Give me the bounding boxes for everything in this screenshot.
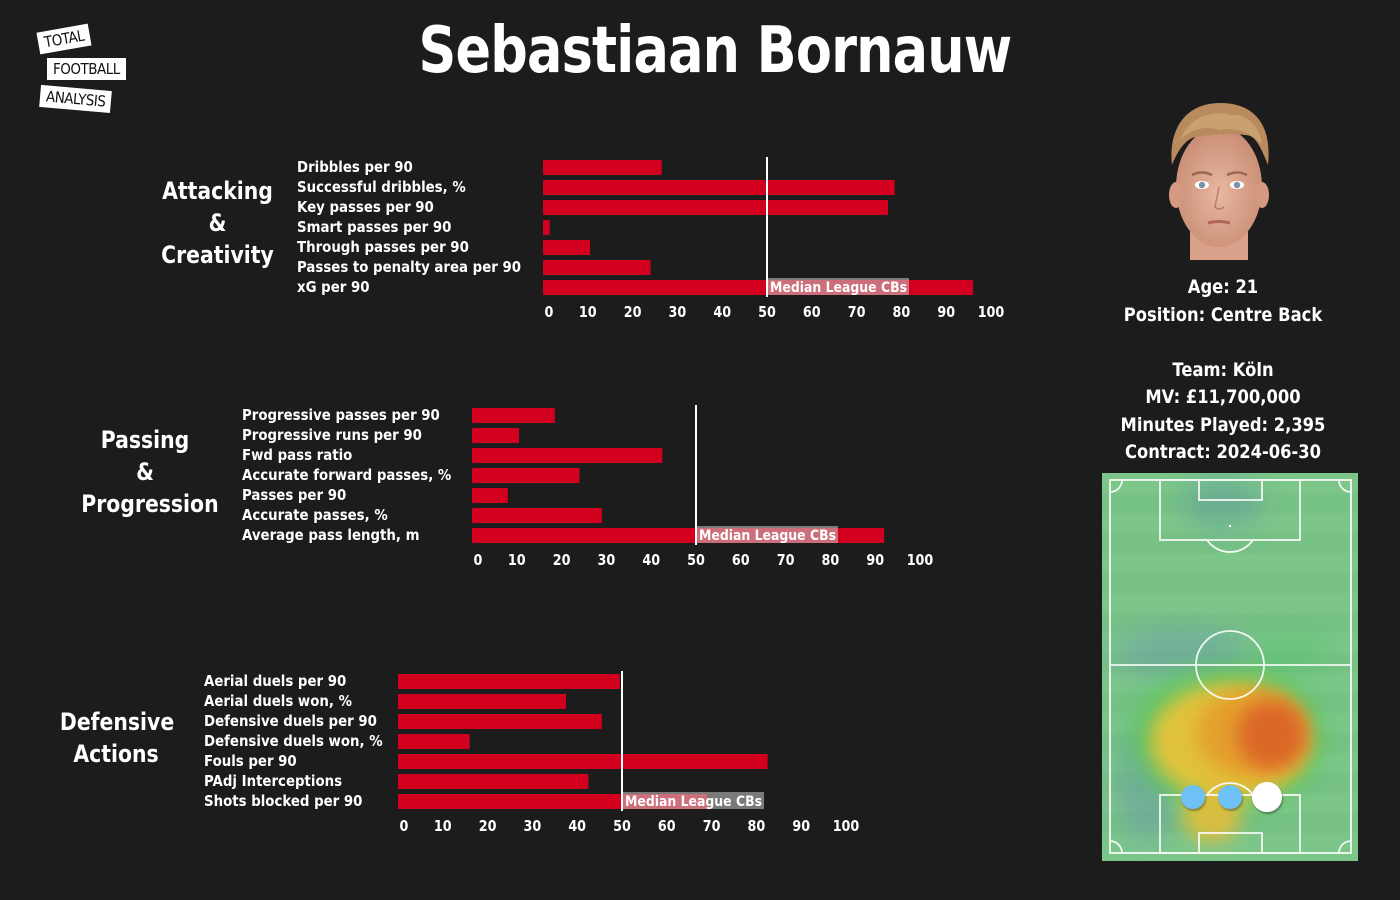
x-tick-label: 40: [568, 818, 586, 835]
bar: [472, 488, 508, 503]
x-tick-label: 70: [848, 304, 866, 321]
x-tick-label: 10: [579, 304, 597, 321]
median-label: Median League CBs: [770, 280, 907, 296]
x-tick-label: 80: [748, 818, 766, 835]
x-tick-label: 20: [479, 818, 497, 835]
x-tick-label: 90: [866, 552, 884, 569]
bar: [543, 180, 895, 195]
bar: [472, 448, 663, 463]
x-tick-label: 20: [553, 552, 571, 569]
bar: [543, 240, 591, 255]
bar: [543, 160, 662, 175]
bar: [472, 468, 580, 483]
bar: [472, 428, 520, 443]
x-tick-label: 0: [545, 304, 554, 321]
bar-chart-attacking: Median League CBs 0 10 20 30 40 50 60 70 80 90 100: [543, 157, 1005, 321]
x-tick-label: 100: [978, 304, 1005, 321]
bar: [398, 674, 620, 689]
x-tick-label: 0: [400, 818, 409, 835]
player-age: Age: 21: [1187, 276, 1259, 298]
x-tick-label: 0: [474, 552, 483, 569]
penalty-spot: [1228, 524, 1232, 528]
x-tick-label: 100: [907, 552, 934, 569]
heatmap-pitch: [1102, 473, 1358, 861]
player-team: Team: Köln: [1172, 358, 1274, 381]
x-tick-label: 90: [937, 304, 955, 321]
x-tick-label: 60: [732, 552, 750, 569]
position-marker: [1181, 785, 1205, 809]
bar: [398, 714, 602, 729]
bar: [543, 260, 651, 275]
x-tick-label: 70: [777, 552, 795, 569]
player-contract: Contract: 2024-06-30: [1125, 441, 1321, 463]
player-position: Position: Centre Back: [1123, 303, 1323, 326]
bar-chart-passing: Median League CBs 0 10 20 30 40 50 60 70 80 90 100: [472, 405, 934, 569]
main-position-marker: [1252, 782, 1282, 812]
x-tick-label: 30: [598, 552, 616, 569]
x-tick-label: 10: [508, 552, 526, 569]
x-tick-label: 20: [624, 304, 642, 321]
x-tick-label: 60: [658, 818, 676, 835]
median-label: Median League CBs: [625, 794, 762, 810]
player-minutes-played: Minutes Played: 2,395: [1120, 413, 1326, 436]
x-tick-label: 70: [703, 818, 721, 835]
x-tick-label: 90: [792, 818, 810, 835]
x-tick-label: 50: [613, 818, 631, 835]
x-tick-label: 40: [713, 304, 731, 321]
x-tick-label: 80: [893, 304, 911, 321]
bar-chart-defensive: Median League CBs 0 10 20 30 40 50 60 70 80 90 100: [398, 671, 860, 835]
x-tick-label: 50: [687, 552, 705, 569]
player-photo: [1169, 103, 1269, 260]
bar: [398, 734, 470, 749]
x-tick-label: 60: [803, 304, 821, 321]
x-tick-label: 30: [524, 818, 542, 835]
x-tick-label: 30: [669, 304, 687, 321]
bar: [472, 508, 602, 523]
x-tick-label: 80: [822, 552, 840, 569]
player-info: Age: 21 Position: Centre Back Team: Köln…: [1100, 274, 1346, 467]
median-label: Median League CBs: [699, 528, 836, 544]
x-tick-label: 10: [434, 818, 452, 835]
bar: [398, 694, 566, 709]
bar: [543, 220, 550, 235]
x-tick-label: 50: [758, 304, 776, 321]
x-tick-label: 100: [833, 818, 860, 835]
bar: [543, 200, 888, 215]
bar: [398, 774, 589, 789]
bar: [398, 754, 768, 769]
bar: [472, 408, 555, 423]
position-marker: [1218, 785, 1242, 809]
x-tick-label: 40: [642, 552, 660, 569]
player-market-value: MV: £11,700,000: [1145, 386, 1301, 408]
